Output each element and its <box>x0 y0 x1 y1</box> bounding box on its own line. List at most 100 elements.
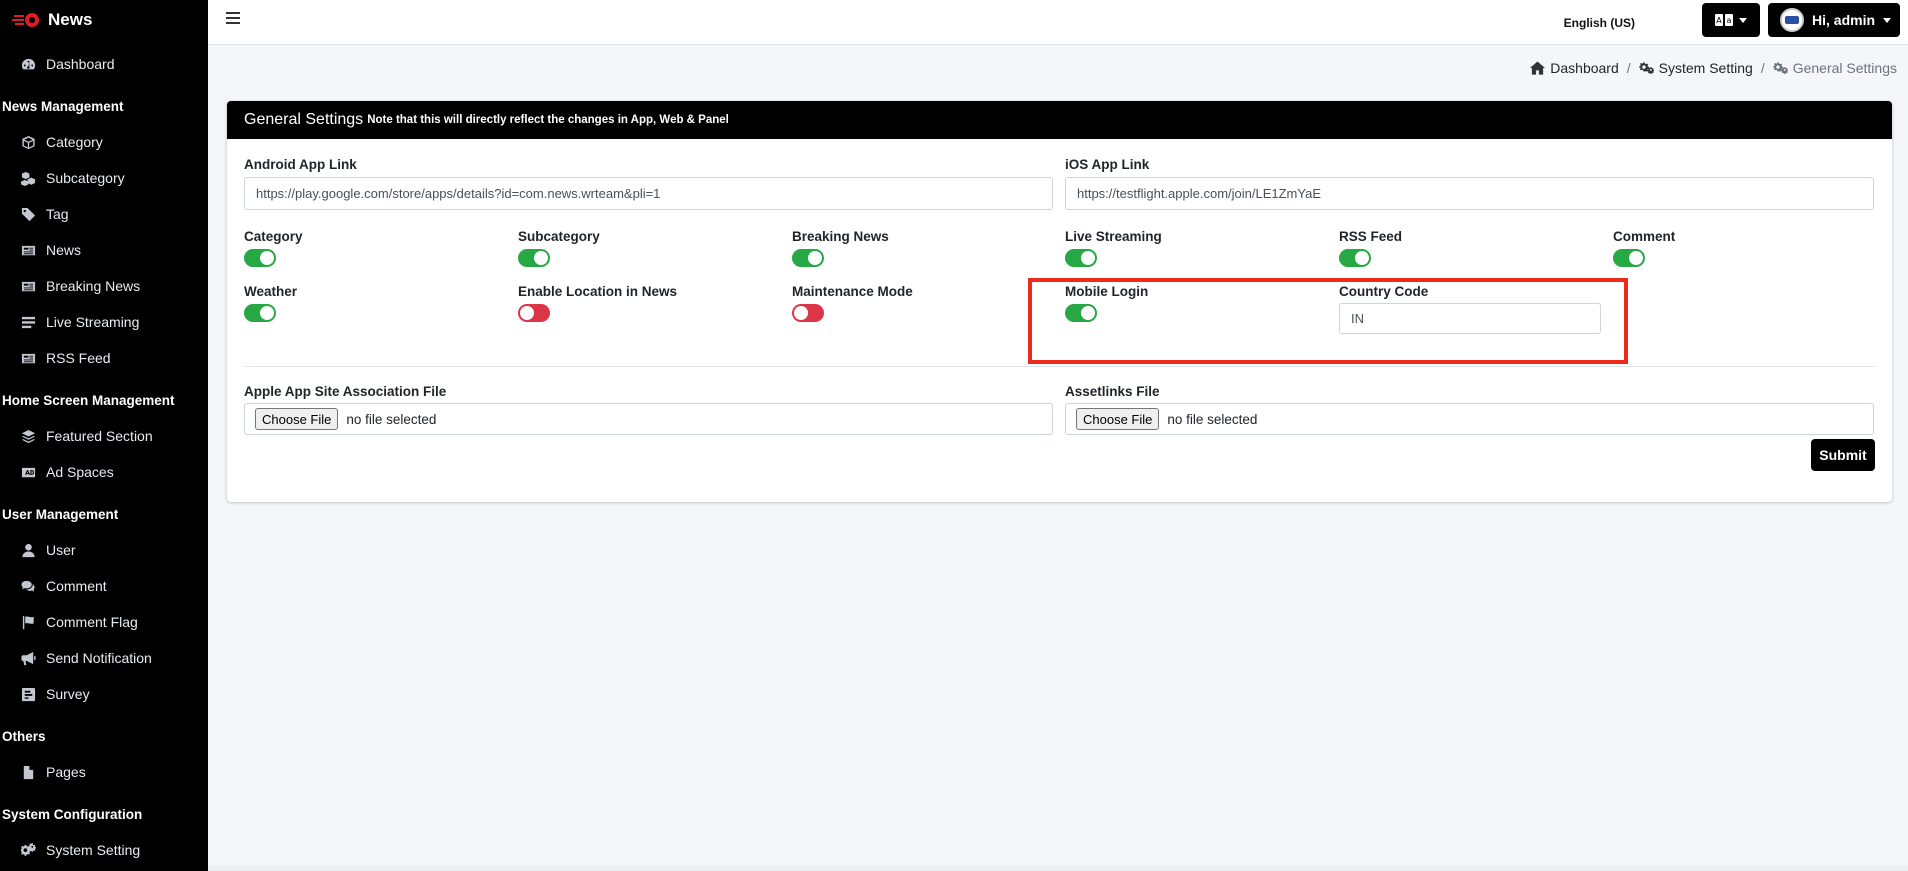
sidebar-item-comment-flag[interactable]: Comment Flag <box>0 604 208 640</box>
ios-app-link-input[interactable]: https://testflight.apple.com/join/LE1ZmY… <box>1065 177 1874 210</box>
hamburger-menu-icon[interactable] <box>226 12 240 26</box>
sidebar-item-featured-section[interactable]: Featured Section <box>0 418 208 454</box>
assetlinks-file-label: Assetlinks File <box>1065 384 1160 399</box>
breadcrumb-label: System Setting <box>1658 60 1753 76</box>
sidebar-item-label: System Setting <box>46 842 141 858</box>
user-icon <box>20 542 36 558</box>
sidebar-header-system-configuration: System Configuration <box>2 806 143 822</box>
sidebar-item-send-notification[interactable]: Send Notification <box>0 640 208 676</box>
comment-toggle[interactable] <box>1613 249 1645 267</box>
newspaper-icon <box>20 350 36 366</box>
sidebar-item-label: Featured Section <box>46 428 153 444</box>
breadcrumb-general-settings: General Settings <box>1772 60 1897 76</box>
ios-app-link-label: iOS App Link <box>1065 157 1150 172</box>
sidebar-item-news[interactable]: News <box>0 232 208 268</box>
android-app-link-label: Android App Link <box>244 157 357 172</box>
breaking-news-toggle[interactable] <box>792 249 824 267</box>
newspaper-icon <box>20 278 36 294</box>
breadcrumb-label: General Settings <box>1792 60 1897 76</box>
rss-feed-toggle[interactable] <box>1339 249 1371 267</box>
rss-feed-toggle-label: RSS Feed <box>1339 229 1403 244</box>
brand[interactable]: News <box>0 0 208 40</box>
sidebar-item-comment[interactable]: Comment <box>0 568 208 604</box>
category-toggle-label: Category <box>244 229 303 244</box>
file-status: no file selected <box>346 411 437 427</box>
sidebar-item-pages[interactable]: Pages <box>0 754 208 790</box>
enable-location-toggle-label: Enable Location in News <box>518 284 678 299</box>
comments-icon <box>20 578 36 594</box>
submit-button[interactable]: Submit <box>1811 439 1875 471</box>
sidebar-item-live-streaming[interactable]: Live Streaming <box>0 304 208 340</box>
card-header: General Settings Note that this will dir… <box>227 101 1892 139</box>
svg-text:a: a <box>1727 16 1732 25</box>
file-icon <box>20 764 36 780</box>
sidebar-item-label: RSS Feed <box>46 350 111 366</box>
sidebar-item-breaking-news[interactable]: Breaking News <box>0 268 208 304</box>
sidebar-item-dashboard[interactable]: Dashboard <box>0 46 208 82</box>
sidebar-header-user-management: User Management <box>2 506 119 522</box>
sidebar-item-label: Dashboard <box>46 56 115 72</box>
poll-icon <box>20 686 36 702</box>
cogs-icon <box>1772 62 1788 75</box>
sidebar-item-label: Tag <box>46 206 69 222</box>
sidebar-item-system-setting[interactable]: System Setting <box>0 832 208 868</box>
choose-file-button[interactable]: Choose File <box>1076 408 1160 430</box>
sidebar-item-ad-spaces[interactable]: Ad Spaces <box>0 454 208 490</box>
svg-text:A: A <box>1716 16 1722 25</box>
sidebar-item-label: Breaking News <box>46 278 141 294</box>
apple-app-site-association-file-input[interactable]: Choose File no file selected <box>244 403 1053 435</box>
current-language-label: English (US) <box>1563 16 1635 30</box>
sidebar-item-category[interactable]: Category <box>0 124 208 160</box>
sidebar: News Dashboard News Management Category … <box>0 0 208 871</box>
newspaper-icon <box>20 242 36 258</box>
choose-file-button[interactable]: Choose File <box>255 408 339 430</box>
subcategory-toggle[interactable] <box>518 249 550 267</box>
breaking-news-toggle-label: Breaking News <box>792 229 889 244</box>
sidebar-item-label: User <box>46 542 76 558</box>
sidebar-item-label: Pages <box>46 764 86 780</box>
user-menu-button[interactable]: Hi, admin <box>1768 3 1900 37</box>
subcategory-toggle-label: Subcategory <box>518 229 600 244</box>
sidebar-item-label: Comment Flag <box>46 614 138 630</box>
weather-toggle[interactable] <box>244 304 276 322</box>
weather-toggle-label: Weather <box>244 284 298 299</box>
breadcrumb-label: Dashboard <box>1550 60 1619 76</box>
brand-name: News <box>48 10 93 29</box>
flag-icon <box>20 614 36 630</box>
breadcrumb-dashboard[interactable]: Dashboard <box>1530 60 1619 76</box>
assetlinks-file-input[interactable]: Choose File no file selected <box>1065 403 1874 435</box>
sidebar-item-subcategory[interactable]: Subcategory <box>0 160 208 196</box>
sidebar-header-news-management: News Management <box>2 98 124 114</box>
top-navbar: English (US) Aa Hi, admin <box>208 0 1908 45</box>
sidebar-header-home-screen-management: Home Screen Management <box>2 392 175 408</box>
live-streaming-toggle-label: Live Streaming <box>1065 229 1162 244</box>
sidebar-header-others: Others <box>2 728 46 744</box>
maintenance-mode-toggle-label: Maintenance Mode <box>792 284 913 299</box>
sidebar-item-tag[interactable]: Tag <box>0 196 208 232</box>
sidebar-item-label: Survey <box>46 686 90 702</box>
breadcrumb-separator: / <box>1626 60 1631 76</box>
sidebar-item-survey[interactable]: Survey <box>0 676 208 712</box>
tag-icon <box>20 206 36 222</box>
bullhorn-icon <box>20 650 36 666</box>
file-status: no file selected <box>1167 411 1258 427</box>
breadcrumb: Dashboard / System Setting / General Set… <box>1530 60 1897 76</box>
section-divider <box>244 366 1875 367</box>
comment-toggle-label: Comment <box>1613 229 1676 244</box>
category-toggle[interactable] <box>244 249 276 267</box>
language-dropdown-button[interactable]: Aa <box>1702 3 1760 37</box>
sidebar-item-label: News <box>46 242 82 258</box>
live-streaming-toggle[interactable] <box>1065 249 1097 267</box>
android-app-link-input[interactable]: https://play.google.com/store/apps/detai… <box>244 177 1053 210</box>
sidebar-item-rss-feed[interactable]: RSS Feed <box>0 340 208 376</box>
maintenance-mode-toggle[interactable] <box>792 304 824 322</box>
breadcrumb-system-setting[interactable]: System Setting <box>1638 60 1753 76</box>
layers-icon <box>20 428 36 444</box>
card-note: Note that this will directly reflect the… <box>367 114 729 126</box>
apple-app-site-association-label: Apple App Site Association File <box>244 384 447 399</box>
enable-location-toggle[interactable] <box>518 304 550 322</box>
home-icon <box>1530 61 1546 75</box>
sidebar-item-user[interactable]: User <box>0 532 208 568</box>
breadcrumb-separator: / <box>1760 60 1765 76</box>
card-title: General Settings <box>244 111 364 128</box>
